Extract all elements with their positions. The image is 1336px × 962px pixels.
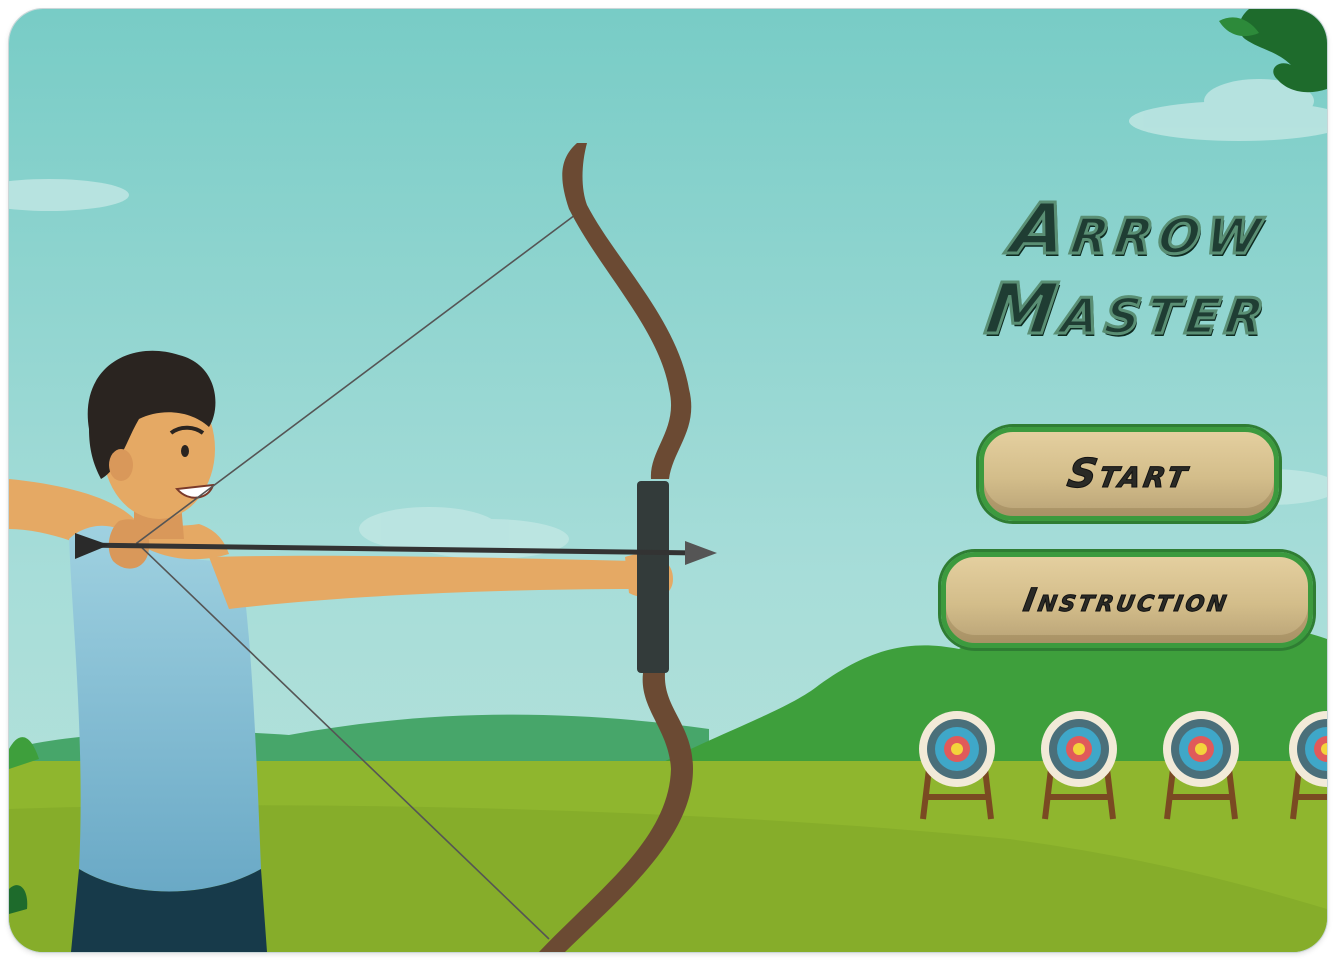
title-line-2: Master (979, 267, 1277, 352)
title-line-1: Arrow (1005, 187, 1275, 272)
game-title: Arrow Master (938, 187, 1327, 352)
start-button-label: Start (1064, 451, 1195, 498)
game-window: Arrow Master Start Instruction (9, 9, 1327, 952)
instruction-button-label: Instruction (1020, 581, 1234, 620)
start-button[interactable]: Start (979, 427, 1279, 521)
instruction-button[interactable]: Instruction (941, 552, 1313, 648)
